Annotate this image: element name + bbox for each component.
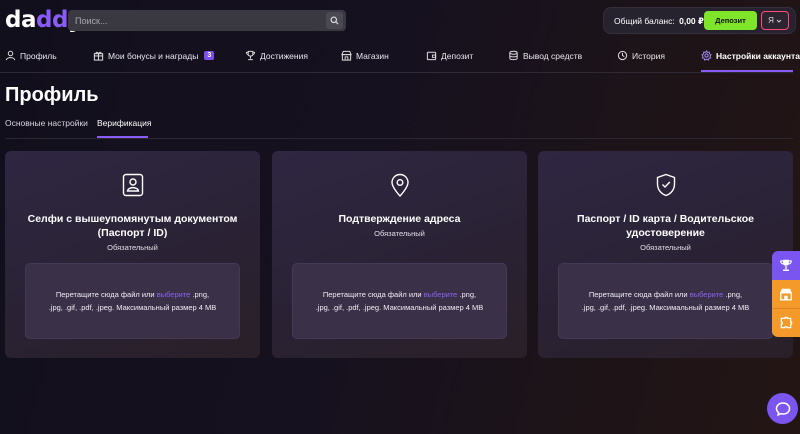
balance-display: Общий баланс: 0,00 ₽ <box>614 16 704 27</box>
nav-label: Достижения <box>260 50 308 61</box>
nav-label: Настройки аккаунта <box>716 50 800 61</box>
id-badge-icon <box>122 173 143 197</box>
nav-item-store[interactable]: Магазин <box>341 50 389 61</box>
shop-icon <box>780 288 792 301</box>
bonus-count-badge: 3 <box>204 51 215 60</box>
user-menu-button[interactable]: Я <box>761 11 789 30</box>
dropzone-text: Перетащите сюда файл или выберите .png, … <box>581 288 750 314</box>
card-title: Паспорт / ID карта / Водительское удосто… <box>577 213 754 239</box>
nav-label: Профиль <box>20 50 57 61</box>
balance-label: Общий баланс: <box>614 16 675 26</box>
file-dropzone[interactable]: Перетащите сюда файл или выберите .png, … <box>25 263 240 339</box>
subtab-verification[interactable]: Верификация <box>97 118 151 128</box>
nav-label: Депозит <box>441 50 474 61</box>
verification-card-selfie: Селфи с вышеупомянутым документом (Паспо… <box>5 151 260 358</box>
side-quick-panel <box>772 251 800 337</box>
top-bar: daddy Общий баланс: 0,00 ₽ Депозит Я <box>0 0 800 42</box>
nav-divider <box>0 72 793 73</box>
side-achievements-button[interactable] <box>772 251 800 280</box>
side-shop-button[interactable] <box>772 279 800 309</box>
store-icon <box>341 50 352 61</box>
puzzle-icon <box>780 316 793 329</box>
search-icon <box>330 16 339 25</box>
search-bar <box>68 10 346 31</box>
logo-prefix: da <box>5 7 36 33</box>
balance-panel: Общий баланс: 0,00 ₽ Депозит Я <box>603 7 796 34</box>
deposit-button[interactable]: Депозит <box>704 11 757 30</box>
card-required-label: Обязательный <box>640 243 691 252</box>
nav-item-history[interactable]: История <box>617 50 665 61</box>
user-icon <box>5 50 16 61</box>
trophy-icon <box>245 50 256 61</box>
card-title: Селфи с вышеупомянутым документом (Паспо… <box>27 213 238 239</box>
subtab-general-settings[interactable]: Основные настройки <box>5 118 88 128</box>
card-title: Подтверждение адреса <box>338 213 461 225</box>
dropzone-text: Перетащите сюда файл или выберите .png, … <box>315 288 484 314</box>
nav-item-profile[interactable]: Профиль <box>5 50 57 61</box>
choose-file-link[interactable]: выберите <box>157 290 191 299</box>
nav-item-bonuses[interactable]: Мои бонусы и награды 3 <box>93 50 215 61</box>
wallet-icon <box>426 51 437 61</box>
subtab-divider <box>5 138 793 139</box>
search-button[interactable] <box>326 12 343 29</box>
page-title: Профиль <box>5 84 99 106</box>
nav-item-account-settings[interactable]: Настройки аккаунта <box>701 50 800 61</box>
verification-card-address: Подтверждение адреса Обязательный Перета… <box>272 151 527 358</box>
nav-label: Вывод средств <box>523 50 583 61</box>
side-tasks-button[interactable] <box>772 308 800 337</box>
location-pin-icon <box>390 173 409 198</box>
dropzone-text: Перетащите сюда файл или выберите .png, … <box>48 288 217 314</box>
shield-check-icon <box>656 173 675 197</box>
gift-icon <box>93 51 104 61</box>
balance-value: 0,00 ₽ <box>679 16 704 26</box>
file-dropzone[interactable]: Перетащите сюда файл или выберите .png, … <box>292 263 507 339</box>
support-chat-button[interactable] <box>767 393 798 424</box>
user-icon: Я <box>768 16 774 25</box>
trophy-icon <box>780 260 792 272</box>
gear-icon <box>701 50 712 61</box>
card-required-label: Обязательный <box>374 229 425 238</box>
main-nav: Профиль Мои бонусы и награды 3 Достижени… <box>0 42 800 72</box>
chevron-down-icon <box>776 19 782 23</box>
dropzone-prefix: Перетащите сюда файл или <box>55 290 157 299</box>
nav-item-deposit[interactable]: Депозит <box>426 50 473 61</box>
dropzone-prefix: Перетащите сюда файл или <box>322 290 424 299</box>
verification-card-id-document: Паспорт / ID карта / Водительское удосто… <box>538 151 793 358</box>
nav-item-achievements[interactable]: Достижения <box>245 50 308 61</box>
dropzone-prefix: Перетащите сюда файл или <box>588 290 690 299</box>
choose-file-link[interactable]: выберите <box>424 290 458 299</box>
chat-icon <box>775 401 790 416</box>
logo-mid: dd <box>35 7 68 33</box>
nav-label: История <box>632 50 665 61</box>
card-required-label: Обязательный <box>107 243 158 252</box>
choose-file-link[interactable]: выберите <box>690 290 724 299</box>
history-icon <box>617 50 628 61</box>
nav-item-withdraw[interactable]: Вывод средств <box>508 50 582 61</box>
coins-icon <box>509 50 518 61</box>
search-input[interactable] <box>75 15 315 26</box>
nav-label: Мои бонусы и награды <box>108 50 199 61</box>
file-dropzone[interactable]: Перетащите сюда файл или выберите .png, … <box>558 263 773 339</box>
nav-label: Магазин <box>356 50 389 61</box>
